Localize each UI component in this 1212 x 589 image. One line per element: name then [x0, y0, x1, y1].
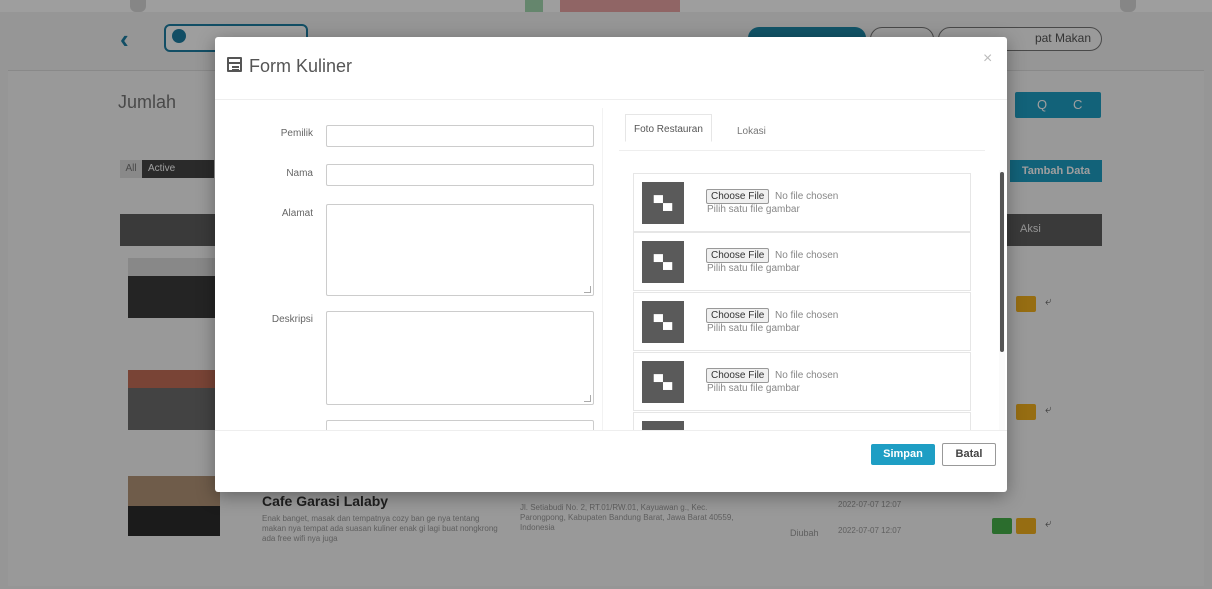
media-tabs: Foto Restauran Lokasi [619, 108, 985, 151]
choose-file-button[interactable]: Choose File [706, 308, 770, 323]
owner-input[interactable] [326, 125, 594, 147]
tab-foto-restauran[interactable]: Foto Restauran [625, 114, 712, 142]
file-input-item: ▀▄ Choose File No file chosen Pilih satu… [633, 232, 971, 291]
extra-input[interactable] [326, 420, 594, 430]
image-placeholder-icon: ▀▄ [642, 301, 684, 343]
media-panel: Foto Restauran Lokasi ▀▄ Choose File No … [619, 108, 995, 430]
description-label: Deskripsi [271, 314, 313, 325]
choose-file-button[interactable]: Choose File [706, 368, 770, 383]
address-textarea[interactable] [326, 204, 594, 296]
owner-label: Pemilik [280, 128, 313, 139]
name-label: Nama [286, 168, 313, 179]
scrollbar-thumb[interactable] [1000, 172, 1004, 352]
file-input-item: ▀▄ Choose File No file chosen Pilih satu… [633, 173, 971, 232]
description-textarea[interactable] [326, 311, 594, 405]
file-input-list: ▀▄ Choose File No file chosen Pilih satu… [633, 173, 971, 430]
file-status: No file chosen [775, 370, 839, 381]
save-button[interactable]: Simpan [871, 444, 935, 465]
form-kuliner-modal: Form Kuliner × Pemilik Nama Alamat Deskr… [215, 37, 1007, 492]
file-input-item: ▀▄ Choose File No file chosen Pilih satu… [633, 352, 971, 411]
file-hint: Pilih satu file gambar [707, 323, 800, 334]
address-label: Alamat [281, 208, 313, 219]
file-input-item: ▀▄ Choose File No file chosen Pilih satu… [633, 292, 971, 351]
file-hint: Pilih satu file gambar [707, 383, 800, 394]
file-input-item [633, 412, 971, 430]
name-input[interactable] [326, 164, 594, 186]
choose-file-button[interactable]: Choose File [706, 189, 770, 204]
image-placeholder-icon: ▀▄ [642, 241, 684, 283]
modal-title: Form Kuliner [249, 56, 353, 76]
tab-lokasi[interactable]: Lokasi [729, 116, 774, 137]
image-placeholder-icon [642, 421, 684, 430]
form-fields: Pemilik Nama Alamat Deskripsi [220, 108, 603, 430]
file-status: No file chosen [775, 250, 839, 261]
modal-body: Pemilik Nama Alamat Deskripsi Foto Resta… [215, 100, 1007, 430]
cancel-button[interactable]: Batal [942, 443, 996, 466]
close-icon[interactable]: × [983, 50, 992, 68]
image-placeholder-icon: ▀▄ [642, 182, 684, 224]
file-status: No file chosen [775, 310, 839, 321]
file-hint: Pilih satu file gambar [707, 263, 800, 274]
file-hint: Pilih satu file gambar [707, 204, 800, 215]
file-status: No file chosen [775, 191, 839, 202]
modal-header: Form Kuliner × [215, 37, 1007, 100]
choose-file-button[interactable]: Choose File [706, 248, 770, 263]
modal-footer: Simpan Batal [215, 430, 1007, 492]
image-placeholder-icon: ▀▄ [642, 361, 684, 403]
form-icon [227, 57, 242, 72]
